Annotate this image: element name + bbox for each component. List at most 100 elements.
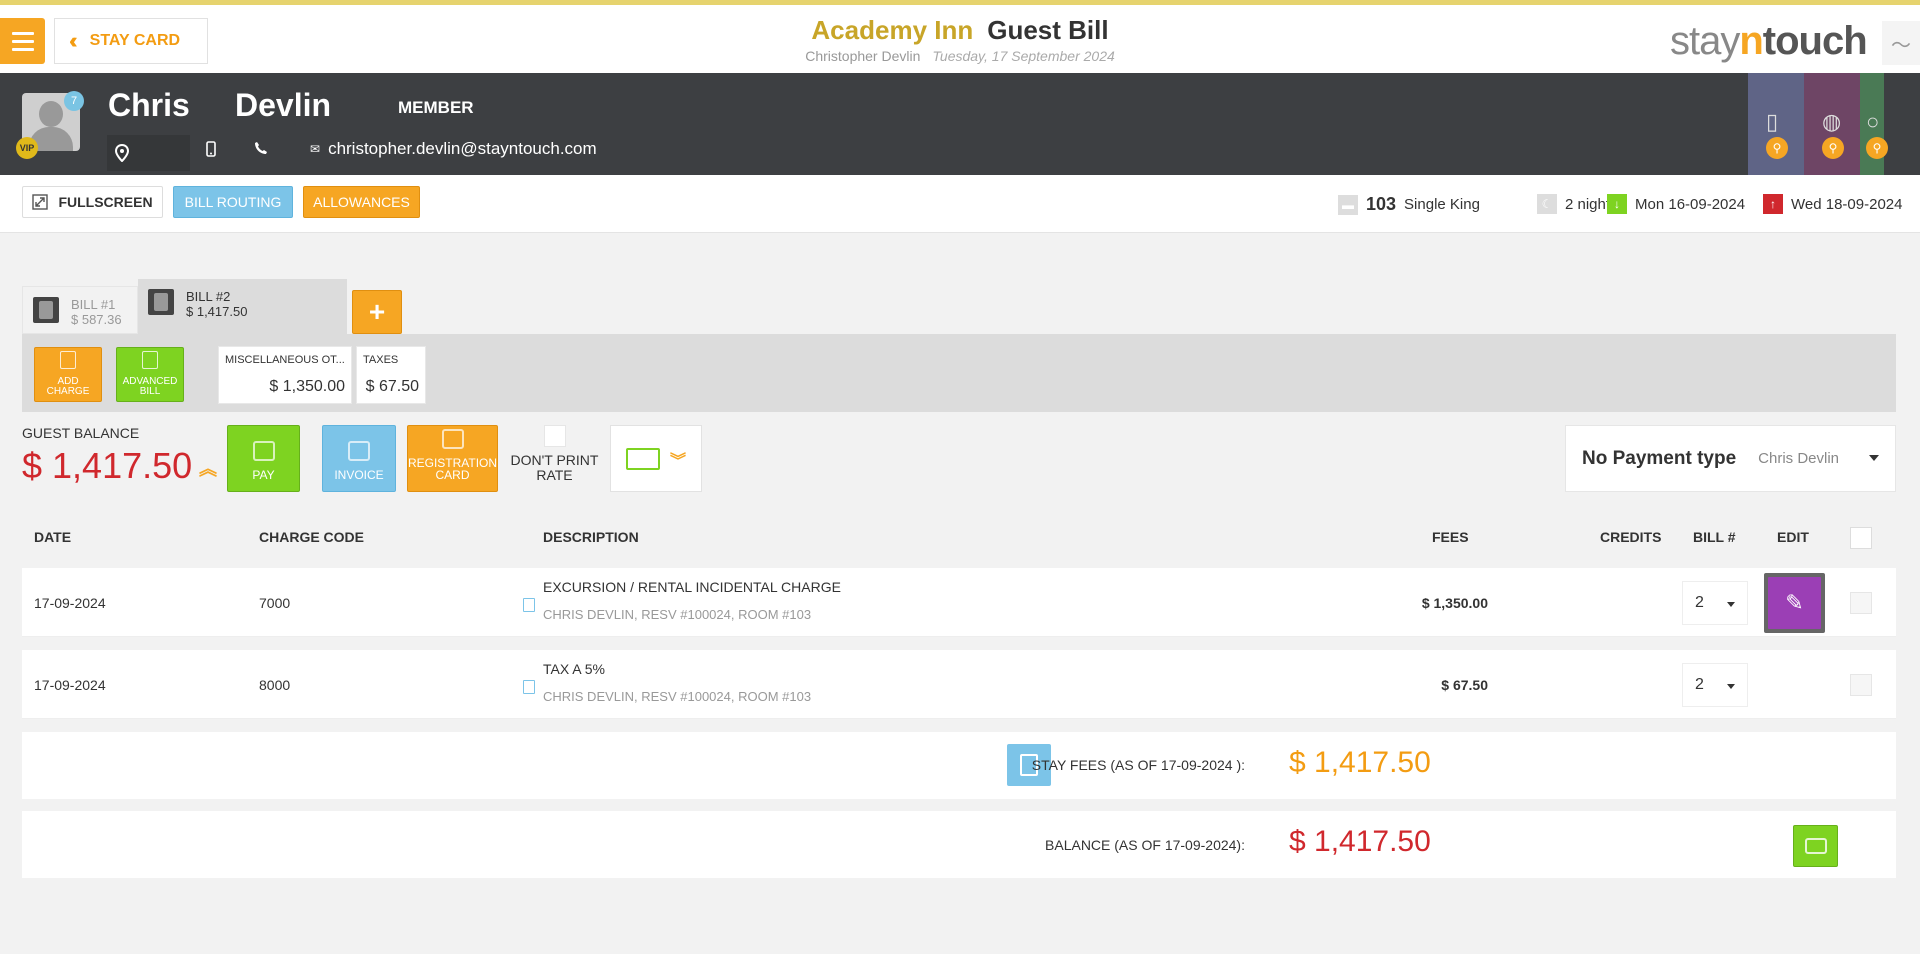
bill-icon (33, 297, 59, 323)
add-charge-button[interactable]: ADD CHARGE (34, 347, 102, 402)
payment-guest-name: Chris Devlin (1758, 450, 1840, 467)
caret-down-icon (1727, 602, 1735, 607)
arrival-date: Mon 16-09-2024 (1635, 195, 1746, 213)
guest-info-band: 7 VIP Chris Devlin MEMBER ✉ christopher.… (0, 73, 1920, 175)
search-icon: ⚲ (1766, 137, 1788, 159)
menu-icon-bar (11, 31, 34, 35)
allowances-button[interactable]: ALLOWANCES (303, 186, 420, 218)
bill-routing-button[interactable]: BILL ROUTING (173, 186, 293, 218)
row-charge-code: 7000 (259, 595, 291, 611)
row-fees: $ 1,350.00 (1421, 595, 1488, 611)
activity-icon[interactable]: 〜 (1882, 21, 1920, 65)
calculator-icon (60, 351, 76, 369)
phone-icon[interactable] (254, 141, 268, 155)
double-chevron-down-icon: ︾ (669, 452, 686, 470)
advanced-bill-button[interactable]: ADVANCED BILL (116, 347, 184, 402)
stayntouch-logo: stayntouch (1670, 19, 1868, 64)
printer-icon (441, 429, 464, 449)
tab-building[interactable]: ▯ ⚲ (1748, 73, 1804, 175)
pay-balance-button[interactable] (1793, 825, 1838, 867)
wallet-icon (252, 441, 275, 461)
envelope-icon: ✉ (310, 142, 321, 156)
bill-mode-dropdown[interactable]: ︾ (610, 425, 702, 492)
document-icon[interactable] (523, 598, 535, 612)
row-fees: $ 67.50 (1441, 677, 1488, 693)
select-all-checkbox[interactable] (1850, 527, 1872, 549)
notification-count-badge[interactable]: 7 (64, 91, 84, 111)
col-header-bill-no: BILL # (1693, 529, 1736, 545)
bill-tab-2[interactable]: BILL #2 $ 1,417.50 (138, 279, 347, 334)
stay-card-label: STAY CARD (89, 32, 181, 49)
guest-balance-label: GUEST BALANCE (22, 425, 140, 441)
logo-part: stay (1670, 19, 1740, 63)
groups-icon: ○ (1866, 109, 1880, 134)
bill-tab-amount: $ 1,417.50 (186, 304, 248, 319)
hotel-name: Academy Inn (811, 15, 974, 45)
bill-tab-label: BILL #2 (186, 289, 231, 304)
menu-icon-bar (11, 47, 34, 51)
document-icon[interactable] (523, 680, 535, 694)
row-description: EXCURSION / RENTAL INCIDENTAL CHARGE CHR… (543, 579, 841, 622)
nights-info: ☾ 2 nights (1537, 194, 1618, 214)
membership-label: MEMBER (398, 98, 474, 117)
description-main: TAX A 5% (543, 661, 605, 677)
guest-balance-amount: $ 1,417.50 (22, 445, 193, 486)
fullscreen-button[interactable]: FULLSCREEN (22, 186, 163, 218)
pay-button[interactable]: PAY (227, 425, 300, 492)
col-header-date: DATE (34, 529, 72, 545)
summary-amount: $ 1,350.00 (269, 378, 345, 395)
menu-icon-bar (11, 39, 34, 43)
menu-button[interactable] (0, 18, 45, 64)
edit-charge-button[interactable]: ✎ (1764, 573, 1825, 633)
wallet-icon (1804, 838, 1827, 854)
payment-type-select[interactable]: No Payment type Chris Devlin (1565, 425, 1896, 492)
bill-summary-panel: ADD CHARGE ADVANCED BILL MISCELLANEOUS O… (22, 334, 1896, 412)
bill-select-value: 2 (1695, 594, 1704, 611)
row-bill-select[interactable]: 2 (1682, 581, 1748, 625)
guest-first-name[interactable]: Chris (108, 87, 190, 124)
dont-print-rate-toggle[interactable]: DON'T PRINT RATE (507, 425, 602, 483)
registration-card-button[interactable]: REGISTRATION CARD (407, 425, 498, 492)
row-checkbox[interactable] (1850, 674, 1872, 696)
tab-groups[interactable]: ○ ⚲ (1860, 73, 1888, 175)
location-field[interactable] (107, 135, 190, 171)
tab-globe[interactable]: ◍ ⚲ (1804, 73, 1860, 175)
description-sub: CHRIS DEVLIN, RESV #100024, ROOM #103 (543, 607, 812, 622)
summary-card-taxes: TAXES $ 67.50 (356, 346, 426, 404)
page-title: Guest Bill (987, 15, 1109, 45)
row-bill-select[interactable]: 2 (1682, 663, 1748, 707)
row-date: 17-09-2024 (34, 595, 106, 611)
dont-print-checkbox[interactable] (543, 425, 566, 447)
stay-card-button[interactable]: ‹‹ STAY CARD (54, 18, 208, 64)
arrival-info: ↓ Mon 16-09-2024 (1607, 194, 1745, 214)
room-type: Single King (1404, 196, 1480, 213)
balance-label: BALANCE (AS OF 17-09-2024): (1045, 837, 1245, 853)
row-date: 17-09-2024 (34, 677, 106, 693)
col-header-edit: EDIT (1777, 529, 1809, 545)
col-header-description: DESCRIPTION (543, 529, 639, 545)
invoice-button[interactable]: INVOICE (322, 425, 396, 492)
receipt-icon (348, 441, 370, 461)
bill-select-value: 2 (1695, 676, 1704, 693)
row-charge-code: 8000 (259, 677, 291, 693)
arrival-arrow-icon: ↓ (1607, 194, 1627, 214)
bill-tab-amount: $ 587.36 (71, 312, 122, 327)
guest-last-name[interactable]: Devlin (235, 87, 331, 124)
bill-tab-1[interactable]: BILL #1 $ 587.36 (22, 286, 138, 334)
departure-info: ↑ Wed 18-09-2024 (1763, 194, 1902, 214)
row-description: TAX A 5% CHRIS DEVLIN, RESV #100024, ROO… (543, 661, 811, 704)
vip-badge: VIP (16, 137, 38, 159)
mobile-icon[interactable] (206, 141, 216, 157)
row-checkbox[interactable] (1850, 592, 1872, 614)
avatar-head (39, 101, 63, 127)
table-row: 17-09-2024 7000 EXCURSION / RENTAL INCID… (22, 568, 1896, 637)
room-info: ▬ 103 Single King (1338, 194, 1480, 215)
col-header-fees: FEES (1432, 529, 1469, 545)
chevron-up-icon[interactable]: ︽ (199, 455, 217, 481)
page-title-block: Academy Inn Guest Bill Christopher Devlin… (700, 15, 1220, 64)
summary-amount: $ 67.50 (365, 378, 419, 395)
add-bill-button[interactable]: + (352, 290, 402, 334)
guest-email[interactable]: ✉ christopher.devlin@stayntouch.com (310, 139, 597, 159)
pay-label: PAY (252, 468, 275, 482)
summary-label: MISCELLANEOUS OT... (225, 354, 345, 366)
